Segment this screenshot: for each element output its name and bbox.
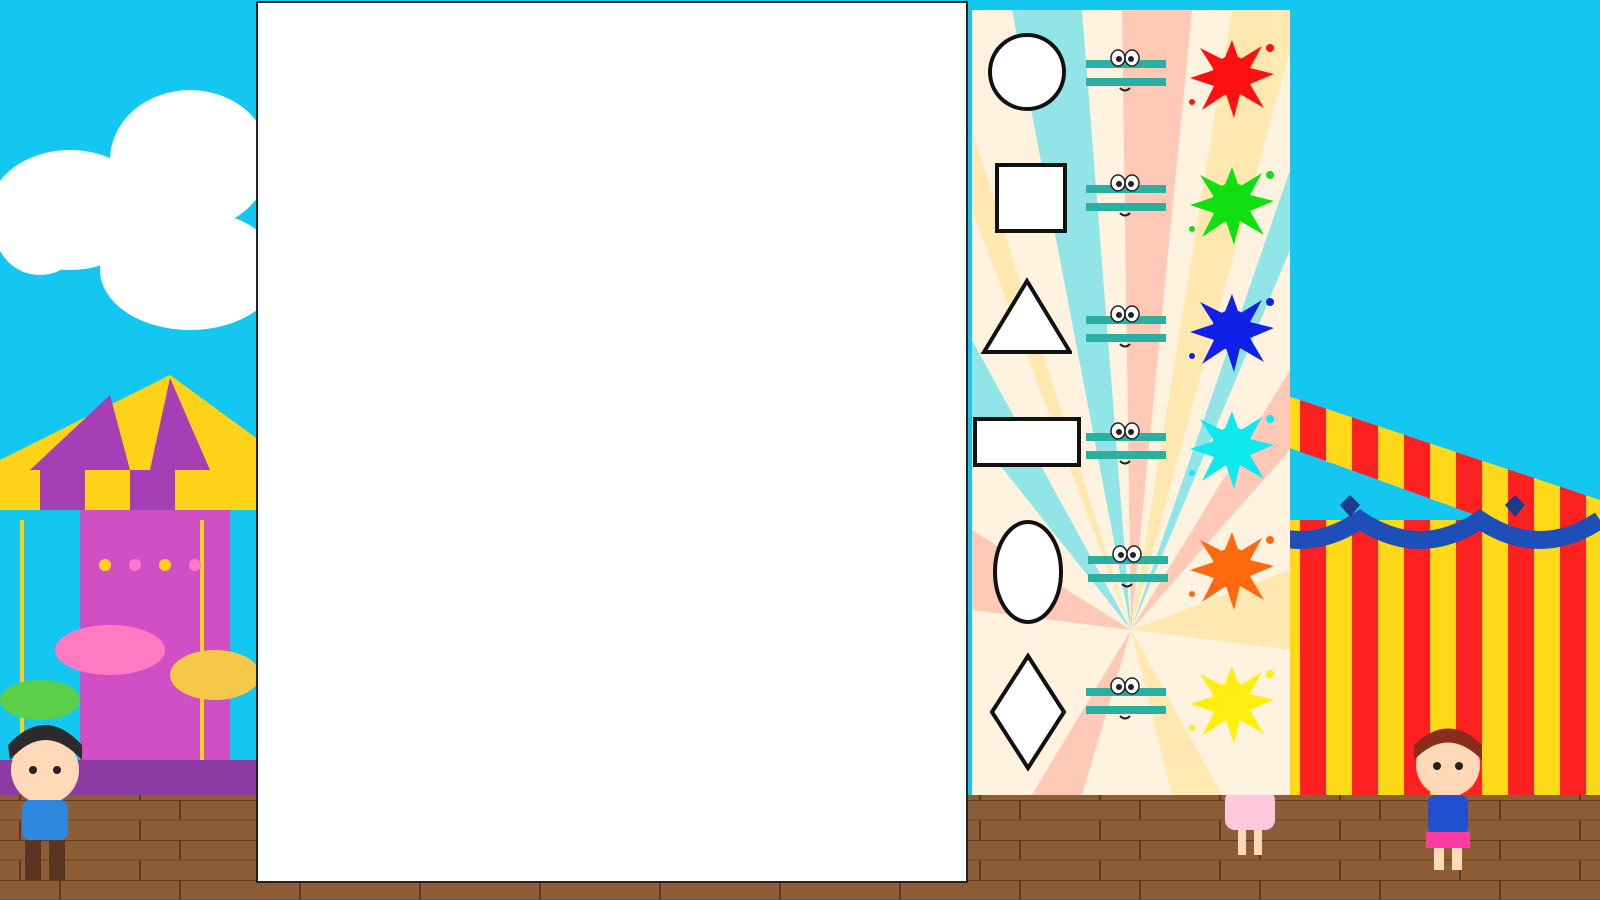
oval-icon bbox=[993, 520, 1063, 624]
equals-sign-icon bbox=[1086, 174, 1166, 217]
equals-sign-icon bbox=[1086, 677, 1166, 720]
square-icon bbox=[995, 163, 1067, 233]
paint-splat-cyan bbox=[1189, 411, 1274, 489]
diamond-icon bbox=[989, 652, 1067, 772]
paint-splat-red bbox=[1189, 40, 1274, 118]
equals-sign-icon bbox=[1088, 545, 1168, 588]
paint-splat-yellow bbox=[1189, 666, 1274, 744]
legend-row-square bbox=[972, 155, 1290, 255]
equals-sign-icon bbox=[1086, 49, 1166, 92]
legend-row-rectangle bbox=[972, 405, 1290, 505]
paint-splat-orange bbox=[1189, 532, 1274, 610]
circle-icon bbox=[988, 33, 1066, 111]
triangle-icon bbox=[980, 277, 1072, 354]
equals-sign-icon bbox=[1086, 422, 1166, 465]
legend-row-oval bbox=[972, 520, 1290, 624]
rectangle-icon bbox=[973, 417, 1081, 467]
legend-row-triangle bbox=[972, 276, 1290, 376]
paint-splat-blue bbox=[1189, 294, 1274, 372]
legend-row-diamond bbox=[972, 652, 1290, 772]
shape-color-legend bbox=[972, 10, 1290, 795]
equals-sign-icon bbox=[1086, 305, 1166, 348]
paint-splat-green bbox=[1189, 167, 1274, 245]
drawing-canvas[interactable] bbox=[256, 1, 968, 883]
legend-row-circle bbox=[972, 28, 1290, 128]
